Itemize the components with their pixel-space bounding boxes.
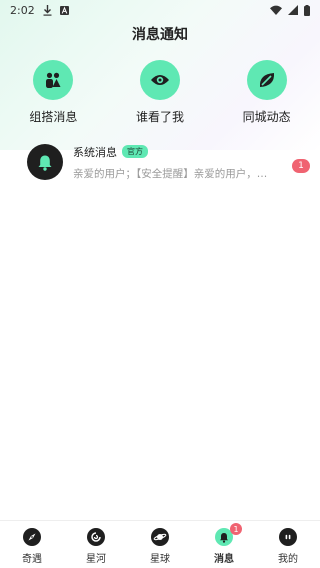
message-sender: 系统消息: [73, 146, 117, 159]
list-item-system-message[interactable]: 系统消息 官方 亲爱的用户；【安全提醒】亲爱的用户，… 1: [0, 140, 320, 184]
compass-icon: [23, 528, 41, 546]
planet-icon: [151, 528, 169, 546]
message-preview: 亲爱的用户；【安全提醒】亲爱的用户，…: [73, 168, 268, 180]
bell-icon: [37, 154, 53, 171]
avatar: [27, 144, 63, 180]
status-time: 2:02: [10, 3, 35, 17]
quick-action-label: 组搭消息: [29, 110, 78, 124]
tab-label: 我的: [278, 554, 298, 565]
official-badge: 官方: [122, 145, 148, 158]
tab-me[interactable]: 我的: [256, 521, 320, 568]
battery-icon: [304, 4, 310, 16]
unread-count-badge: 1: [292, 159, 310, 173]
quick-action-group-messages[interactable]: 组搭消息: [0, 60, 107, 125]
tab-messages[interactable]: 1 消息: [192, 521, 256, 568]
face-icon: [279, 528, 297, 546]
wifi-icon: [270, 5, 282, 15]
people-icon: [33, 60, 74, 100]
a-box-icon: [59, 5, 69, 15]
quick-action-who-viewed-me[interactable]: 谁看了我: [107, 60, 214, 125]
quick-action-label: 谁看了我: [135, 110, 184, 124]
page-title: 消息通知: [132, 27, 188, 43]
eye-icon: [139, 60, 180, 100]
tab-encounter[interactable]: 奇遇: [0, 521, 64, 568]
tab-badge: 1: [230, 523, 242, 535]
leaf-icon: [246, 60, 287, 100]
bottom-tab-bar: 奇遇 星河 星球 1 消息 我的: [0, 520, 320, 568]
quick-action-label: 同城动态: [242, 110, 291, 124]
tab-label: 消息: [214, 554, 234, 565]
tab-galaxy[interactable]: 星河: [64, 521, 128, 568]
galaxy-icon: [87, 528, 105, 546]
download-icon: [43, 4, 52, 16]
quick-action-local-feed[interactable]: 同城动态: [213, 60, 320, 125]
tab-label: 星河: [86, 554, 106, 565]
tab-planet[interactable]: 星球: [128, 521, 192, 568]
tab-label: 星球: [150, 554, 170, 565]
tab-label: 奇遇: [22, 554, 42, 565]
signal-icon: [288, 5, 298, 15]
quick-actions: 组搭消息 谁看了我 同城动态: [0, 60, 320, 125]
status-bar: 2:02: [0, 0, 320, 20]
